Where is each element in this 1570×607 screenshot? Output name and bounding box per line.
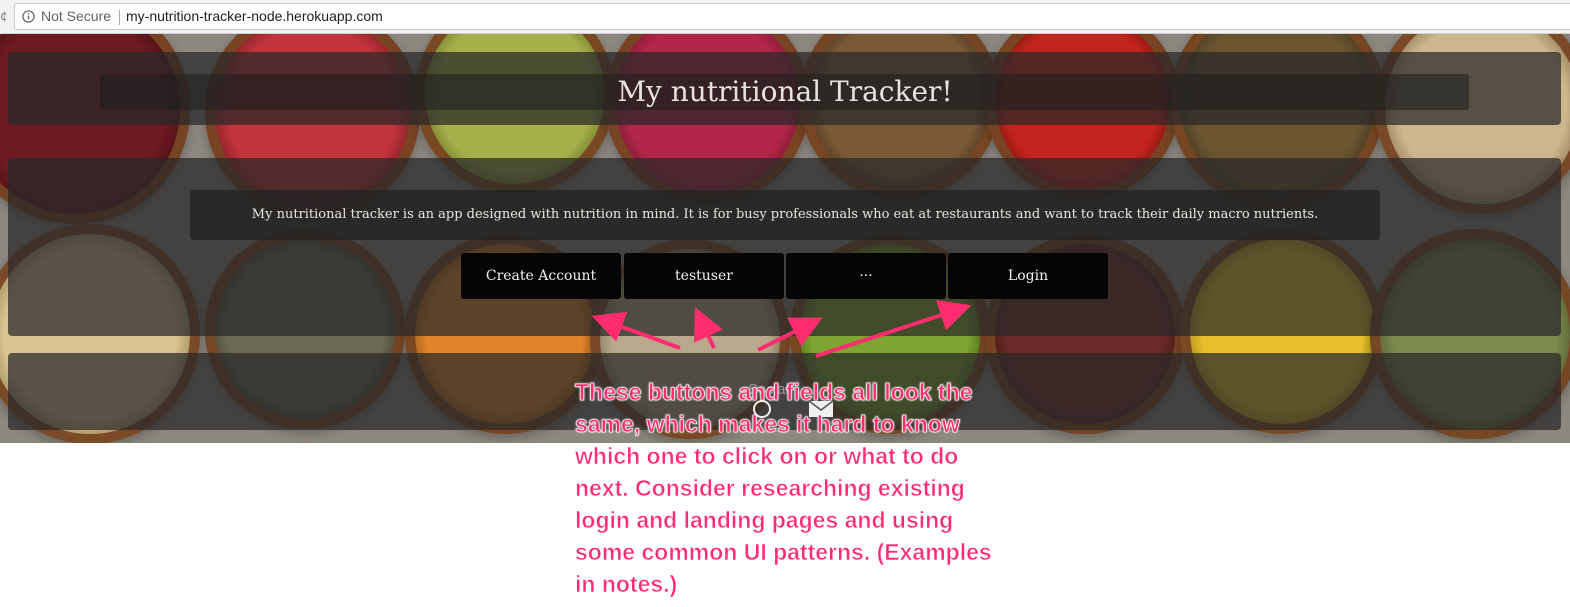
create-account-button[interactable]: Create Account [461,253,621,299]
browser-address-bar: ¢ Not Secure my-nutrition-tracker-node.h… [0,0,1570,34]
info-icon[interactable] [22,10,35,23]
security-label: Not Secure [41,8,112,24]
main-panel [8,158,1561,336]
url-text: my-nutrition-tracker-node.herokuapp.com [126,8,383,24]
password-field[interactable]: ··· [786,253,946,299]
login-button[interactable]: Login [948,253,1108,299]
app-description: My nutritional tracker is an app designe… [251,207,1319,222]
url-field[interactable]: Not Secure my-nutrition-tracker-node.her… [14,3,1570,30]
username-field[interactable]: testuser [624,253,784,299]
page-title: My nutritional Tracker! [617,75,953,108]
reload-glyph[interactable]: ¢ [0,9,8,23]
url-separator [119,10,120,25]
annotation-note: These buttons and fields all look the sa… [575,379,992,598]
